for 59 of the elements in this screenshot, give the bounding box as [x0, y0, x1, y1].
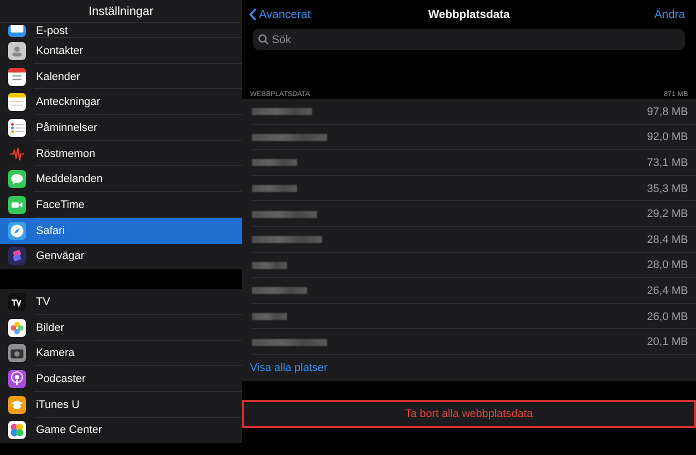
settings-item[interactable]: Kamera	[0, 340, 242, 366]
list-icon	[8, 118, 26, 137]
data-size: 29,2 MB	[647, 208, 688, 220]
speech-bubble-icon	[8, 170, 26, 188]
blurred-site-name	[252, 185, 297, 192]
settings-item[interactable]: E-post	[0, 23, 242, 38]
settings-item[interactable]: FaceTime	[0, 192, 242, 218]
data-size: 35,3 MB	[647, 182, 688, 195]
settings-item[interactable]: Röstmemon	[0, 140, 242, 166]
delete-all-button[interactable]: Ta bort alla webbplatsdata	[242, 400, 696, 428]
chevron-left-icon	[249, 8, 257, 21]
settings-item[interactable]: iTunes U	[0, 392, 242, 418]
compass-icon	[8, 222, 26, 240]
settings-item[interactable]: Kalender	[0, 64, 242, 90]
show-all-link[interactable]: Visa alla platser	[250, 362, 328, 374]
podcast-icon	[8, 370, 26, 388]
graduation-cap-icon	[8, 396, 26, 414]
settings-item[interactable]: Genvägar	[0, 244, 242, 270]
data-size: 20,1 MB	[647, 336, 688, 348]
data-size: 28,0 MB	[647, 259, 688, 272]
blurred-site-name	[252, 287, 307, 294]
data-size: 26,0 MB	[647, 310, 688, 323]
settings-item[interactable]: Game Center	[0, 418, 242, 444]
settings-item[interactable]: Påminnelser	[0, 115, 242, 141]
data-size: 73,1 MB	[647, 156, 688, 169]
mail-icon	[8, 25, 26, 37]
settings-item[interactable]: Meddelanden	[0, 166, 242, 192]
blurred-site-name	[252, 313, 287, 320]
edit-button[interactable]: Ändra	[654, 8, 685, 20]
data-size: 97,8 MB	[647, 106, 688, 118]
back-button[interactable]: Avancerat	[249, 8, 311, 21]
notepad-icon	[8, 93, 26, 112]
flower-icon	[8, 318, 26, 337]
layers-icon	[8, 247, 26, 266]
blurred-site-name	[252, 108, 312, 116]
search-icon	[258, 34, 269, 45]
sidebar-title: Inställningar	[0, 0, 242, 23]
tv-icon	[8, 293, 26, 312]
blurred-site-name	[252, 236, 322, 244]
settings-item[interactable]: Anteckningar	[0, 89, 242, 116]
data-size: 28,4 MB	[647, 234, 688, 246]
settings-item[interactable]: Bilder	[0, 314, 242, 341]
data-size: 92,0 MB	[647, 131, 688, 144]
contact-icon	[8, 42, 26, 60]
blurred-site-name	[252, 262, 287, 269]
search-field[interactable]: Sök	[253, 29, 685, 50]
settings-item[interactable]: Kontakter	[0, 38, 242, 64]
blurred-site-name	[252, 210, 317, 218]
video-camera-icon	[8, 196, 26, 214]
data-size: 26,4 MB	[647, 284, 688, 297]
waveform-icon	[8, 144, 26, 163]
blurred-site-name	[252, 159, 297, 166]
settings-item[interactable]: TV	[0, 289, 242, 315]
page-title: Webbplatsdata	[428, 8, 510, 20]
settings-item[interactable]: Safari	[0, 218, 242, 244]
settings-item[interactable]: Podcaster	[0, 366, 242, 392]
camera-icon	[8, 344, 26, 362]
calendar-icon	[8, 68, 26, 86]
bubbles-icon	[8, 421, 26, 440]
